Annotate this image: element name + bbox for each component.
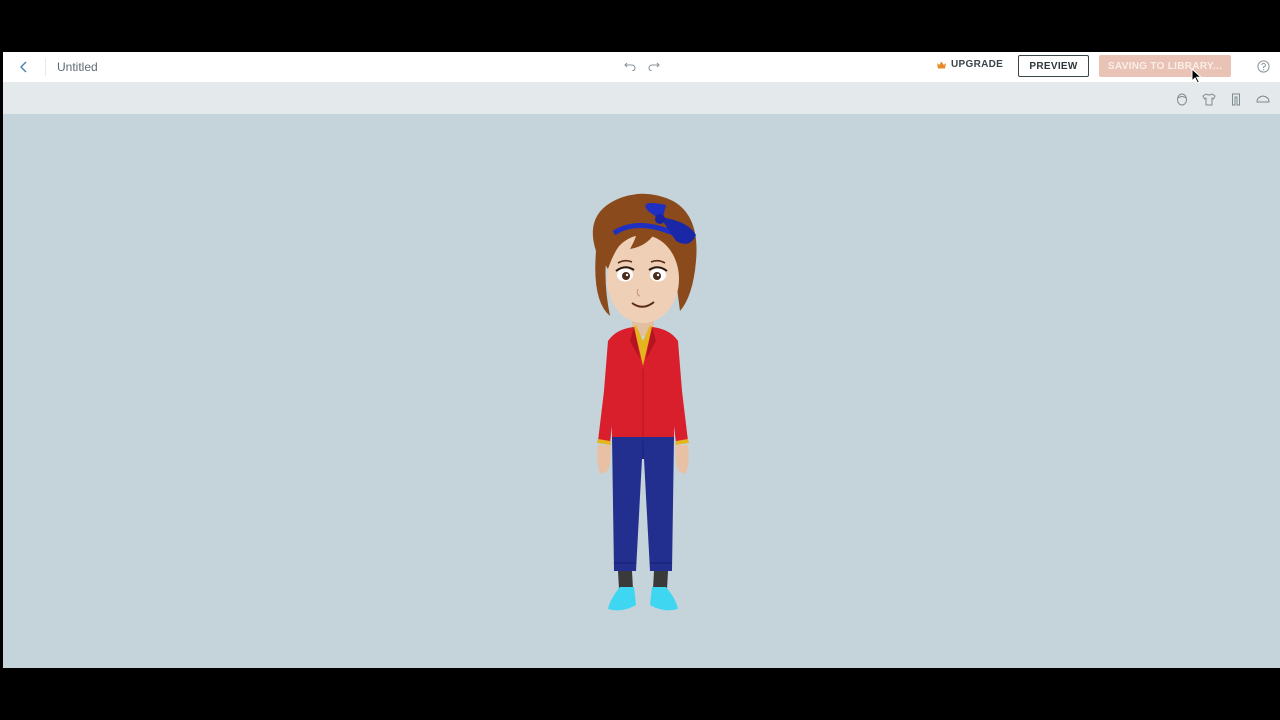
face-icon	[1177, 93, 1187, 105]
mouse-cursor-icon	[1191, 68, 1203, 84]
document-title[interactable]: Untitled	[57, 59, 98, 75]
help-button[interactable]	[1255, 58, 1271, 74]
upgrade-button[interactable]: UPGRADE	[937, 59, 1003, 70]
top-bar: Untitled UPGRADE PREVIEW SAVING TO LIBRA…	[3, 52, 1280, 84]
redo-icon	[648, 62, 660, 71]
upgrade-label: UPGRADE	[951, 59, 1004, 70]
character-canvas[interactable]	[3, 114, 1280, 668]
crown-icon	[937, 61, 946, 69]
preview-button[interactable]: PREVIEW	[1018, 55, 1089, 77]
help-circle-icon	[1256, 59, 1270, 73]
chevron-left-icon	[20, 61, 27, 73]
undo-icon	[624, 62, 636, 71]
top-category-button[interactable]	[1201, 91, 1217, 107]
shoe-category-button[interactable]	[1255, 91, 1271, 107]
redo-button[interactable]	[646, 58, 662, 74]
save-to-library-button[interactable]: SAVING TO LIBRARY...	[1099, 55, 1231, 77]
face-category-button[interactable]	[1174, 91, 1190, 107]
character-figure[interactable]	[578, 191, 708, 621]
pants-icon	[1232, 93, 1240, 105]
undo-button[interactable]	[622, 58, 638, 74]
back-button[interactable]	[15, 58, 33, 76]
shirt-icon	[1202, 92, 1216, 105]
shoe-icon	[1256, 95, 1270, 103]
bottom-category-button[interactable]	[1228, 91, 1244, 107]
category-toolbar	[3, 83, 1280, 114]
character-builder-app: Untitled UPGRADE PREVIEW SAVING TO LIBRA…	[3, 52, 1280, 668]
title-divider	[45, 58, 46, 76]
